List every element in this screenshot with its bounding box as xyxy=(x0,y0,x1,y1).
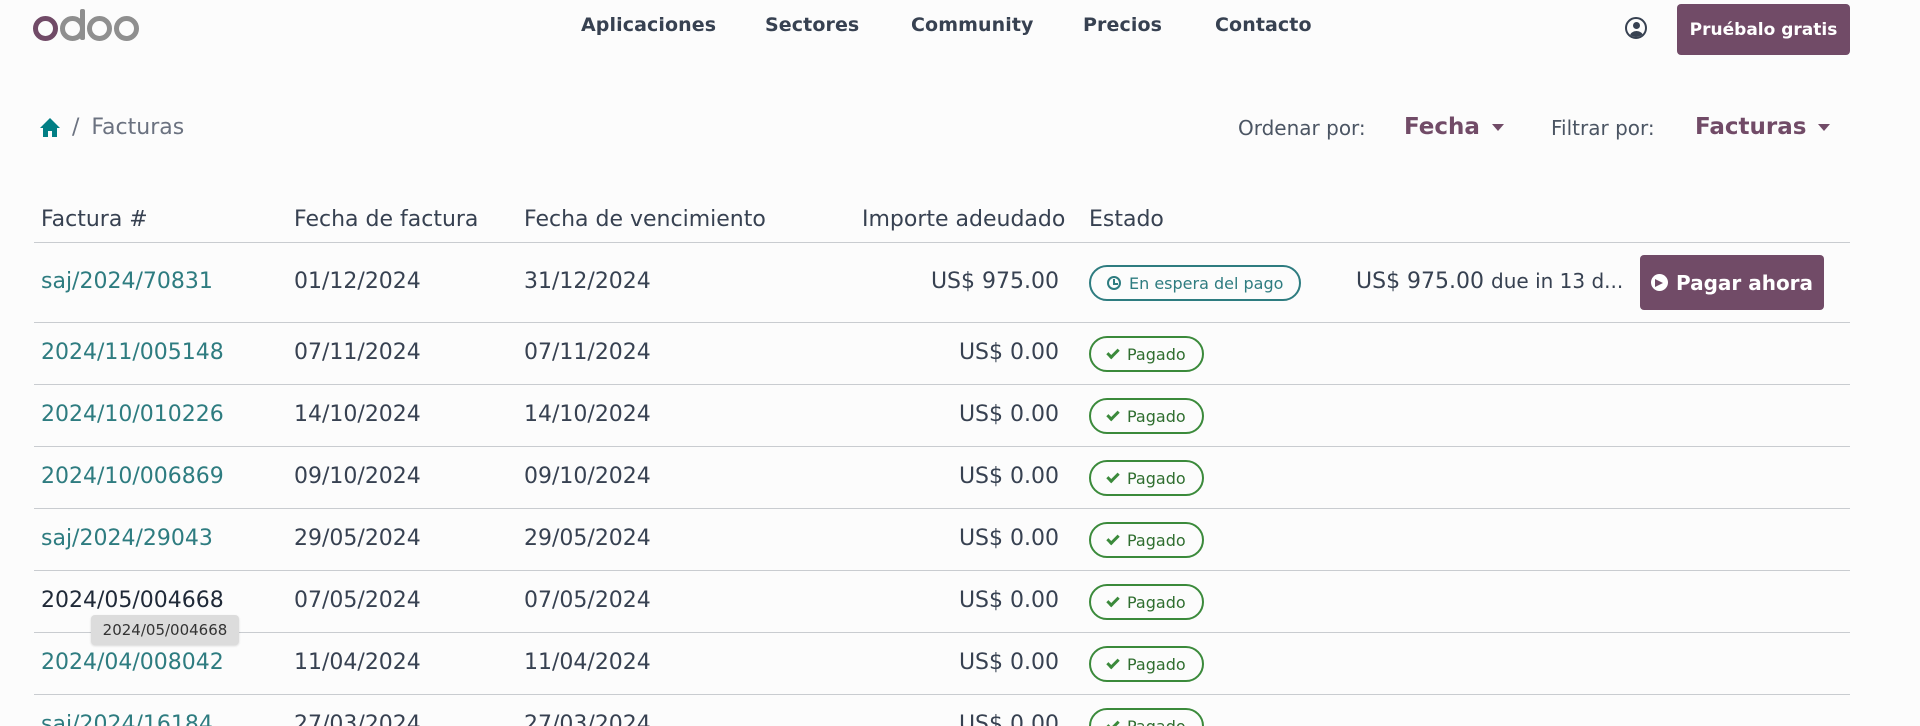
due-amount: US$ 975.00 xyxy=(1356,269,1485,294)
status-text: Pagado xyxy=(1127,592,1186,612)
invoice-link[interactable]: 2024/11/005148 xyxy=(41,340,224,365)
status-text: Pagado xyxy=(1127,530,1186,550)
amount-due: US$ 0.00 xyxy=(958,340,1059,365)
status-badge: Pagado xyxy=(1089,336,1204,372)
invoice-date: 07/05/2024 xyxy=(294,588,421,613)
check-icon xyxy=(1106,407,1120,421)
breadcrumb-separator: / xyxy=(72,115,80,140)
check-icon xyxy=(1106,593,1120,607)
check-icon xyxy=(1106,717,1120,726)
invoice-date: 29/05/2024 xyxy=(294,526,421,551)
caret-down-icon xyxy=(1818,123,1831,131)
filter-value: Facturas xyxy=(1695,114,1807,140)
amount-due: US$ 0.00 xyxy=(958,464,1059,489)
table-row[interactable]: saj/2024/16184 27/03/2024 27/03/2024 US$… xyxy=(34,695,1850,726)
invoice-date: 07/11/2024 xyxy=(294,340,421,365)
column-header-status: Estado xyxy=(1089,207,1164,232)
clock-icon xyxy=(1107,276,1121,290)
status-badge: Pagado xyxy=(1089,460,1204,496)
status-badge: Pagado xyxy=(1089,398,1204,434)
arrow-circle-right-icon xyxy=(1650,274,1668,291)
check-icon xyxy=(1106,469,1120,483)
status-text: Pagado xyxy=(1127,406,1186,426)
invoice-tooltip: 2024/05/004668 xyxy=(91,615,239,645)
amount-due: US$ 0.00 xyxy=(958,712,1059,726)
amount-due: US$ 0.00 xyxy=(958,588,1059,613)
invoice-link[interactable]: 2024/05/004668 xyxy=(41,588,224,613)
amount-due: US$ 0.00 xyxy=(958,650,1059,675)
try-free-button[interactable]: Pruébalo gratis xyxy=(1677,4,1850,55)
caret-down-icon xyxy=(1491,123,1504,131)
table-row[interactable]: 2024/05/004668 07/05/2024 07/05/2024 US$… xyxy=(34,571,1850,633)
status-badge: Pagado xyxy=(1089,646,1204,682)
check-icon xyxy=(1106,531,1120,545)
user-account-icon[interactable] xyxy=(1625,17,1647,39)
invoice-date: 09/10/2024 xyxy=(294,464,421,489)
check-icon xyxy=(1106,655,1120,669)
table-row[interactable]: 2024/10/010226 14/10/2024 14/10/2024 US$… xyxy=(34,385,1850,447)
invoice-link[interactable]: saj/2024/16184 xyxy=(41,712,213,726)
invoice-date: 14/10/2024 xyxy=(294,402,421,427)
status-badge: En espera del pago xyxy=(1089,265,1302,301)
sort-value: Fecha xyxy=(1404,114,1480,140)
due-date: 29/05/2024 xyxy=(524,526,651,551)
filter-dropdown[interactable]: Facturas xyxy=(1695,114,1831,140)
nav-link-contacto[interactable]: Contacto xyxy=(1215,14,1312,36)
invoice-link[interactable]: 2024/10/006869 xyxy=(41,464,224,489)
invoice-link[interactable]: 2024/04/008042 xyxy=(41,650,224,675)
amount-due: US$ 0.00 xyxy=(958,526,1059,551)
breadcrumb-current: Facturas xyxy=(91,115,185,140)
table-row[interactable]: 2024/10/006869 09/10/2024 09/10/2024 US$… xyxy=(34,447,1850,509)
status-badge: Pagado xyxy=(1089,584,1204,620)
status-text: Pagado xyxy=(1127,468,1186,488)
due-date: 14/10/2024 xyxy=(524,402,651,427)
home-icon[interactable] xyxy=(40,117,60,138)
table-row[interactable]: 2024/04/008042 11/04/2024 11/04/2024 US$… xyxy=(34,633,1850,695)
invoice-link[interactable]: 2024/10/010226 xyxy=(41,402,224,427)
invoices-table: Factura # Fecha de factura Fecha de venc… xyxy=(34,197,1850,726)
due-summary: US$ 975.00 due in 13 d... xyxy=(1356,269,1623,294)
due-date: 07/11/2024 xyxy=(524,340,651,365)
due-date: 09/10/2024 xyxy=(524,464,651,489)
status-text: Pagado xyxy=(1127,654,1186,674)
due-date: 31/12/2024 xyxy=(524,269,651,294)
amount-due: US$ 0.00 xyxy=(958,402,1059,427)
table-row[interactable]: 2024/11/005148 07/11/2024 07/11/2024 US$… xyxy=(34,323,1850,385)
pay-now-label: Pagar ahora xyxy=(1675,270,1814,295)
table-row[interactable]: saj/2024/29043 29/05/2024 29/05/2024 US$… xyxy=(34,509,1850,571)
breadcrumb: / Facturas xyxy=(40,115,184,140)
status-badge: Pagado xyxy=(1089,708,1204,726)
nav-link-aplicaciones[interactable]: Aplicaciones xyxy=(581,14,716,36)
nav-link-community[interactable]: Community xyxy=(911,14,1034,36)
pay-now-button[interactable]: Pagar ahora xyxy=(1640,255,1824,310)
table-row[interactable]: saj/2024/70831 01/12/2024 31/12/2024 US$… xyxy=(34,243,1850,323)
due-note: due in 13 d... xyxy=(1491,269,1624,293)
column-header-due-date: Fecha de vencimiento xyxy=(524,207,766,232)
sort-dropdown[interactable]: Fecha xyxy=(1404,114,1504,140)
top-navbar: Aplicaciones Sectores Community Precios … xyxy=(0,0,1920,56)
invoice-date: 01/12/2024 xyxy=(294,269,421,294)
invoice-link[interactable]: saj/2024/29043 xyxy=(41,526,213,551)
nav-link-precios[interactable]: Precios xyxy=(1083,14,1162,36)
due-date: 07/05/2024 xyxy=(524,588,651,613)
invoice-date: 11/04/2024 xyxy=(294,650,421,675)
nav-link-sectores[interactable]: Sectores xyxy=(765,14,859,36)
status-text: En espera del pago xyxy=(1129,273,1284,293)
status-badge: Pagado xyxy=(1089,522,1204,558)
due-date: 11/04/2024 xyxy=(524,650,651,675)
filter-label: Filtrar por: xyxy=(1551,116,1655,140)
due-date: 27/03/2024 xyxy=(524,712,651,726)
column-header-invoice-date: Fecha de factura xyxy=(294,207,479,232)
amount-due: US$ 975.00 xyxy=(930,269,1059,294)
sort-label: Ordenar por: xyxy=(1238,116,1366,140)
invoice-date: 27/03/2024 xyxy=(294,712,421,726)
check-icon xyxy=(1106,345,1120,359)
status-text: Pagado xyxy=(1127,716,1186,726)
status-text: Pagado xyxy=(1127,344,1186,364)
invoice-link[interactable]: saj/2024/70831 xyxy=(41,269,213,294)
column-header-amount-due: Importe adeudado xyxy=(862,207,1066,232)
column-header-invoice: Factura # xyxy=(41,207,148,232)
table-header: Factura # Fecha de factura Fecha de venc… xyxy=(34,197,1850,243)
